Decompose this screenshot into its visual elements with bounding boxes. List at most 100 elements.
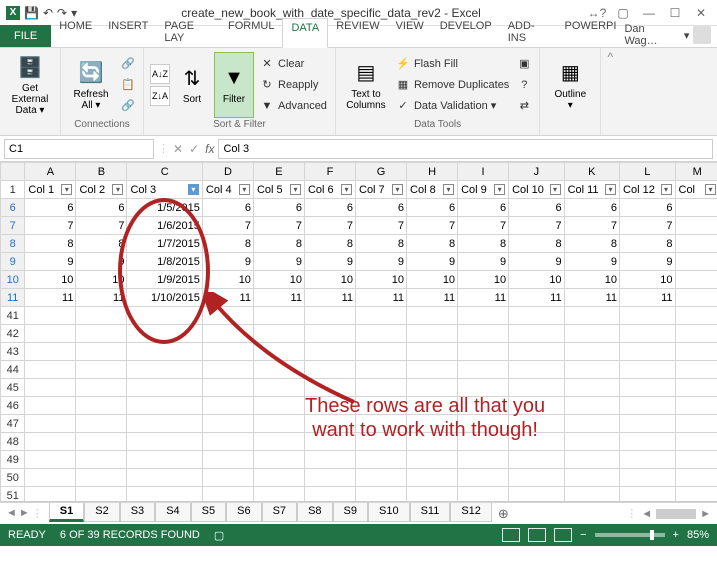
filter-dropdown-icon[interactable]: ▾	[550, 184, 561, 195]
row-header-8[interactable]: 8	[1, 235, 25, 253]
macro-record-icon[interactable]: ▢	[214, 529, 224, 542]
collapse-ribbon-icon[interactable]: ^	[601, 48, 619, 135]
cell[interactable]	[202, 379, 253, 397]
cell[interactable]: 10	[304, 271, 355, 289]
cell[interactable]	[76, 469, 127, 487]
cell[interactable]	[675, 361, 717, 379]
cell[interactable]	[25, 379, 76, 397]
cell[interactable]	[564, 307, 619, 325]
cell[interactable]: 10	[76, 271, 127, 289]
cell[interactable]: 11	[25, 289, 76, 307]
cell[interactable]	[675, 433, 717, 451]
tab-review[interactable]: REVIEW	[328, 17, 387, 47]
cell[interactable]: 11	[76, 289, 127, 307]
cell[interactable]	[407, 415, 458, 433]
text-to-columns-button[interactable]: ▤ Text to Columns	[342, 52, 390, 118]
cell[interactable]	[25, 415, 76, 433]
cell[interactable]	[304, 415, 355, 433]
row-header-45[interactable]: 45	[1, 379, 25, 397]
col-header-G[interactable]: G	[356, 163, 407, 181]
cell[interactable]	[675, 415, 717, 433]
cell[interactable]	[458, 397, 509, 415]
filter-dropdown-icon[interactable]: ▾	[112, 184, 123, 195]
cell[interactable]	[304, 307, 355, 325]
cell[interactable]	[356, 361, 407, 379]
header-cell[interactable]: Col▾	[675, 181, 717, 199]
tab-powerpi[interactable]: POWERPI	[557, 17, 625, 47]
sheet-tab-S12[interactable]: S12	[450, 503, 492, 522]
cell[interactable]	[564, 379, 619, 397]
cell[interactable]	[76, 307, 127, 325]
sheet-tab-S7[interactable]: S7	[262, 503, 297, 522]
cell[interactable]	[25, 469, 76, 487]
cell[interactable]: 6	[253, 199, 304, 217]
confirm-formula-icon[interactable]: ✓	[189, 142, 199, 156]
file-tab[interactable]: FILE	[0, 25, 51, 47]
cell[interactable]: 6	[620, 199, 675, 217]
page-break-view-button[interactable]	[554, 528, 572, 542]
cell[interactable]	[253, 451, 304, 469]
cell[interactable]: 8	[620, 235, 675, 253]
minimize-button[interactable]: —	[637, 3, 661, 23]
cell[interactable]: 9	[407, 253, 458, 271]
page-layout-view-button[interactable]	[528, 528, 546, 542]
cell[interactable]	[76, 397, 127, 415]
refresh-all-button[interactable]: 🔄 Refresh All ▾	[67, 52, 115, 118]
filter-dropdown-icon[interactable]: ▾	[605, 184, 616, 195]
cell[interactable]: 6	[76, 199, 127, 217]
header-cell[interactable]: Col 10▾	[509, 181, 564, 199]
row-header-7[interactable]: 7	[1, 217, 25, 235]
sheet-tab-S5[interactable]: S5	[191, 503, 226, 522]
row-header-42[interactable]: 42	[1, 325, 25, 343]
cell[interactable]: 10	[620, 271, 675, 289]
cell[interactable]	[127, 325, 202, 343]
cell[interactable]	[25, 307, 76, 325]
tab-home[interactable]: HOME	[51, 17, 100, 47]
cell[interactable]: 6	[564, 199, 619, 217]
cell[interactable]: 11	[620, 289, 675, 307]
header-cell[interactable]: Col 6▾	[304, 181, 355, 199]
cell[interactable]	[458, 361, 509, 379]
whatif-button[interactable]: ?	[515, 75, 533, 95]
cell[interactable]: 8	[304, 235, 355, 253]
row-header-49[interactable]: 49	[1, 451, 25, 469]
cell[interactable]: 9	[25, 253, 76, 271]
cell[interactable]: 7	[76, 217, 127, 235]
sheet-tab-S2[interactable]: S2	[84, 503, 119, 522]
col-header-I[interactable]: I	[458, 163, 509, 181]
cell[interactable]	[509, 343, 564, 361]
cell[interactable]	[458, 325, 509, 343]
cell[interactable]: 1/10/2015	[127, 289, 202, 307]
data-validation-button[interactable]: ✓Data Validation ▾	[394, 96, 511, 116]
cell[interactable]	[304, 433, 355, 451]
cell[interactable]	[564, 325, 619, 343]
cell[interactable]	[25, 325, 76, 343]
cell[interactable]	[127, 487, 202, 503]
col-header-J[interactable]: J	[509, 163, 564, 181]
cell[interactable]	[509, 325, 564, 343]
cell[interactable]	[458, 415, 509, 433]
cell[interactable]	[304, 361, 355, 379]
row-header-11[interactable]: 11	[1, 289, 25, 307]
header-cell[interactable]: Col 3▾	[127, 181, 202, 199]
header-cell[interactable]: Col 9▾	[458, 181, 509, 199]
sort-asc-button[interactable]: A↓Z	[150, 64, 170, 84]
cell[interactable]: 7	[564, 217, 619, 235]
cell[interactable]	[675, 469, 717, 487]
cell[interactable]	[304, 379, 355, 397]
cell[interactable]: 7	[620, 217, 675, 235]
cell[interactable]: 7	[458, 217, 509, 235]
cell[interactable]: 9	[304, 253, 355, 271]
cell[interactable]: 8	[25, 235, 76, 253]
cell[interactable]	[202, 415, 253, 433]
cell[interactable]	[76, 487, 127, 503]
cell[interactable]	[458, 379, 509, 397]
filter-dropdown-icon[interactable]: ▾	[494, 184, 505, 195]
cell[interactable]	[202, 487, 253, 503]
cell[interactable]	[304, 451, 355, 469]
filter-dropdown-icon[interactable]: ▾	[239, 184, 250, 195]
formula-bar[interactable]: Col 3	[218, 139, 713, 159]
tab-insert[interactable]: INSERT	[100, 17, 156, 47]
cell[interactable]: 6	[25, 199, 76, 217]
filter-dropdown-icon[interactable]: ▾	[705, 184, 716, 195]
